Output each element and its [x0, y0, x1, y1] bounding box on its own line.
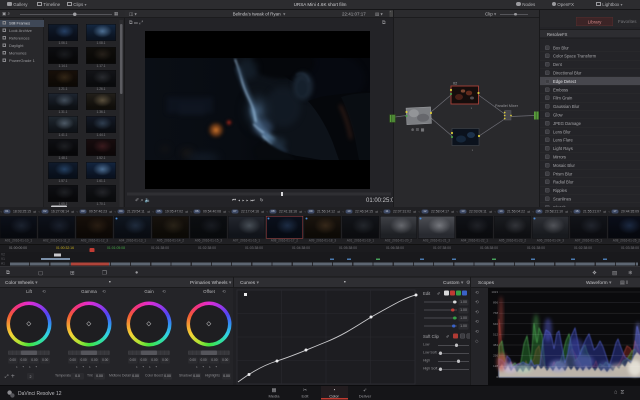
svg-text:◔: ◔	[470, 107, 472, 111]
svg-text:640: 640	[493, 322, 498, 326]
svg-text:896: 896	[493, 301, 498, 305]
svg-text:⊕ ☰ ▦: ⊕ ☰ ▦	[411, 127, 425, 132]
svg-text:Parallel Mixer: Parallel Mixer	[495, 104, 519, 108]
svg-text:768: 768	[493, 311, 498, 315]
svg-text:1023: 1023	[491, 290, 498, 294]
svg-text:384: 384	[493, 343, 498, 347]
svg-text:512: 512	[493, 332, 498, 336]
svg-text:02: 02	[453, 82, 457, 86]
svg-text:◔: ◔	[471, 149, 473, 153]
svg-text:256: 256	[493, 354, 498, 358]
